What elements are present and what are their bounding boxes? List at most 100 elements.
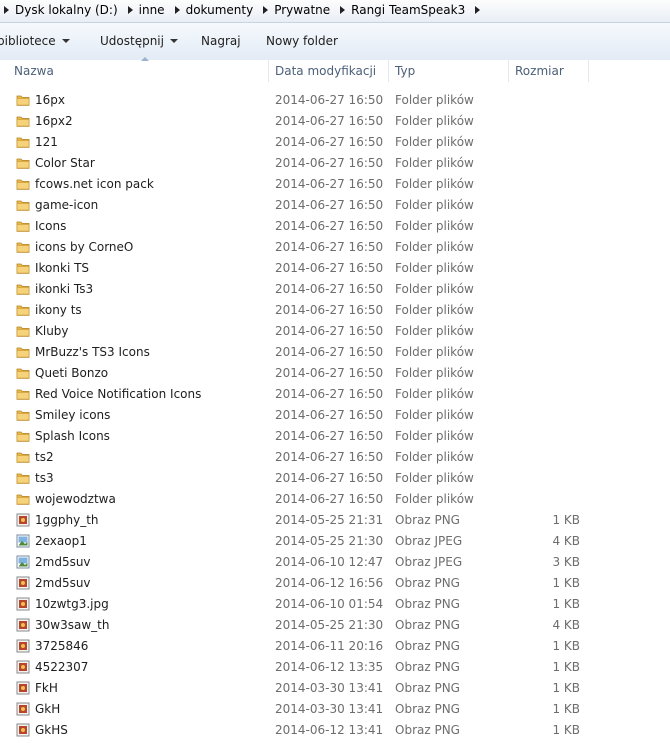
folder-row[interactable]: Ikonki TS 2014-06-27 16:50 Folder plików xyxy=(0,258,670,279)
file-name: Ikonki TS xyxy=(35,261,90,275)
breadcrumb-label[interactable]: inne xyxy=(139,3,165,17)
jpeg-image-icon xyxy=(16,555,30,569)
file-row[interactable]: 2exaop1 2014-05-25 21:30 Obraz JPEG 4 KB xyxy=(0,531,670,552)
folder-row[interactable]: icons by CorneO 2014-06-27 16:50 Folder pl… xyxy=(0,237,670,258)
file-row[interactable]: 3725846 2014-06-11 20:16 Obraz PNG 1 KB xyxy=(0,636,670,657)
folder-row[interactable]: ikony ts 2014-06-27 16:50 Folder plików xyxy=(0,300,670,321)
png-image-icon xyxy=(16,576,30,590)
file-date: 2014-06-27 16:50 xyxy=(275,261,384,275)
new-folder-button[interactable]: Nowy folder xyxy=(266,34,338,48)
folder-row[interactable]: Splash Icons 2014-06-27 16:50 Folder plikó… xyxy=(0,426,670,447)
file-row[interactable]: 2md5suv 2014-06-10 12:47 Obraz JPEG 3 KB xyxy=(0,552,670,573)
breadcrumb-item[interactable]: Dysk lokalny (D:) xyxy=(0,3,124,17)
column-header-type-label: Typ xyxy=(395,64,416,78)
file-name: Kluby xyxy=(35,324,69,338)
file-date: 2014-06-27 16:50 xyxy=(275,303,384,317)
file-date: 2014-03-30 13:41 xyxy=(275,702,384,716)
file-row[interactable]: GkHS 2014-06-12 13:41 Obraz PNG 1 KB xyxy=(0,720,670,741)
folder-row[interactable]: ikonki Ts3 2014-06-27 16:50 Folder plików xyxy=(0,279,670,300)
file-size: 1 KB xyxy=(552,723,580,737)
folder-row[interactable]: wojewodztwa 2014-06-27 16:50 Folder plików xyxy=(0,489,670,510)
column-header-type[interactable]: Typ xyxy=(389,60,509,82)
folder-row[interactable]: 16px 2014-06-27 16:50 Folder plików xyxy=(0,90,670,111)
file-name: ikonki Ts3 xyxy=(35,282,94,296)
folder-icon xyxy=(16,261,30,275)
breadcrumb-end[interactable] xyxy=(471,5,486,14)
sort-ascending-icon xyxy=(141,57,149,61)
file-type: Folder plików xyxy=(395,429,474,443)
file-size: 1 KB xyxy=(552,597,580,611)
file-type: Folder plików xyxy=(395,135,474,149)
file-date: 2014-06-27 16:50 xyxy=(275,135,384,149)
file-type: Folder plików xyxy=(395,324,474,338)
file-date: 2014-06-10 01:54 xyxy=(275,597,384,611)
folder-icon xyxy=(16,282,30,296)
folder-row[interactable]: 121 2014-06-27 16:50 Folder plików xyxy=(0,132,670,153)
column-header-date-label: Data modyfikacji xyxy=(275,64,377,78)
folder-row[interactable]: Smiley icons 2014-06-27 16:50 Folder plikó… xyxy=(0,405,670,426)
file-date: 2014-06-27 16:50 xyxy=(275,429,384,443)
share-label: Udostępnij xyxy=(100,34,164,48)
breadcrumb-item[interactable]: inne xyxy=(124,3,171,17)
file-row[interactable]: 4522307 2014-06-12 13:35 Obraz PNG 1 KB xyxy=(0,657,670,678)
file-row[interactable]: 10zwtg3.jpg 2014-06-10 01:54 Obraz PNG 1 KB xyxy=(0,594,670,615)
file-size: 4 KB xyxy=(552,618,580,632)
chevron-right-icon[interactable] xyxy=(340,5,346,14)
column-header-name-label: Nazwa xyxy=(14,64,54,78)
folder-icon xyxy=(16,198,30,212)
file-date: 2014-06-27 16:50 xyxy=(275,219,384,233)
folder-row[interactable]: MrBuzz's TS3 Icons 2014-06-27 16:50 Folder… xyxy=(0,342,670,363)
file-type: Folder plików xyxy=(395,282,474,296)
jpeg-image-icon xyxy=(16,534,30,548)
folder-row[interactable]: 16px2 2014-06-27 16:50 Folder plików xyxy=(0,111,670,132)
file-row[interactable]: FkH 2014-03-30 13:41 Obraz PNG 1 KB xyxy=(0,678,670,699)
file-type: Obraz PNG xyxy=(395,576,460,590)
breadcrumb-item[interactable]: dokumenty xyxy=(171,3,260,17)
file-date: 2014-06-27 16:50 xyxy=(275,387,384,401)
burn-button[interactable]: Nagraj xyxy=(201,34,241,48)
column-header-name[interactable]: Nazwa xyxy=(8,57,269,82)
breadcrumb-label[interactable]: Dysk lokalny (D:) xyxy=(15,3,118,17)
file-row[interactable]: 30w3saw_th 2014-05-25 21:30 Obraz PNG 4 KB xyxy=(0,615,670,636)
chevron-right-icon[interactable] xyxy=(475,5,481,14)
chevron-right-icon[interactable] xyxy=(4,5,9,14)
file-date: 2014-06-27 16:50 xyxy=(275,114,384,128)
folder-row[interactable]: Kluby 2014-06-27 16:50 Folder plików xyxy=(0,321,670,342)
breadcrumb-label[interactable]: Rangi TeamSpeak3 xyxy=(351,3,465,17)
file-name: Icons xyxy=(35,219,67,233)
folder-row[interactable]: Red Voice Notification Icons 2014-06-27 1… xyxy=(0,384,670,405)
folder-row[interactable]: ts3 2014-06-27 16:50 Folder plików xyxy=(0,468,670,489)
address-bar[interactable]: Dysk lokalny (D:) inne dokumenty Prywatn… xyxy=(0,0,670,23)
folder-icon xyxy=(16,177,30,191)
folder-row[interactable]: game-icon 2014-06-27 16:50 Folder plików xyxy=(0,195,670,216)
breadcrumb-item[interactable]: Rangi TeamSpeak3 xyxy=(336,3,471,17)
file-row[interactable]: GkH 2014-03-30 13:41 Obraz PNG 1 KB xyxy=(0,699,670,720)
folder-row[interactable]: Icons 2014-06-27 16:50 Folder plików xyxy=(0,216,670,237)
column-header-size[interactable]: Rozmiar xyxy=(509,60,589,82)
breadcrumb-item[interactable]: Prywatne xyxy=(259,3,336,17)
share-button[interactable]: Udostępnij xyxy=(100,34,178,48)
file-row[interactable]: 2md5suv 2014-06-12 16:56 Obraz PNG 1 KB xyxy=(0,573,670,594)
folder-row[interactable]: Color Star 2014-06-27 16:50 Folder plików xyxy=(0,153,670,174)
breadcrumb-label[interactable]: dokumenty xyxy=(186,3,254,17)
file-row[interactable]: 1ggphy_th 2014-05-25 21:31 Obraz PNG 1 KB xyxy=(0,510,670,531)
breadcrumb-label[interactable]: Prywatne xyxy=(274,3,330,17)
file-name: 10zwtg3.jpg xyxy=(35,597,109,611)
folder-row[interactable]: ts2 2014-06-27 16:50 Folder plików xyxy=(0,447,670,468)
file-name: ts3 xyxy=(35,471,54,485)
png-image-icon xyxy=(16,618,30,632)
chevron-right-icon[interactable] xyxy=(263,5,269,14)
chevron-right-icon[interactable] xyxy=(127,5,133,14)
include-in-library-button[interactable]: bibliotece xyxy=(0,34,70,48)
folder-row[interactable]: fcows.net icon pack 2014-06-27 16:50 Folde… xyxy=(0,174,670,195)
file-date: 2014-06-27 16:50 xyxy=(275,471,384,485)
chevron-right-icon[interactable] xyxy=(174,5,180,14)
file-name: icons by CorneO xyxy=(35,240,134,254)
folder-icon xyxy=(16,219,30,233)
folder-icon xyxy=(16,303,30,317)
file-name: GkH xyxy=(35,702,61,716)
include-in-library-label: bibliotece xyxy=(0,34,56,48)
folder-row[interactable]: Queti Bonzo 2014-06-27 16:50 Folder plików xyxy=(0,363,670,384)
file-name: wojewodztwa xyxy=(35,492,116,506)
column-header-date[interactable]: Data modyfikacji xyxy=(269,60,389,82)
